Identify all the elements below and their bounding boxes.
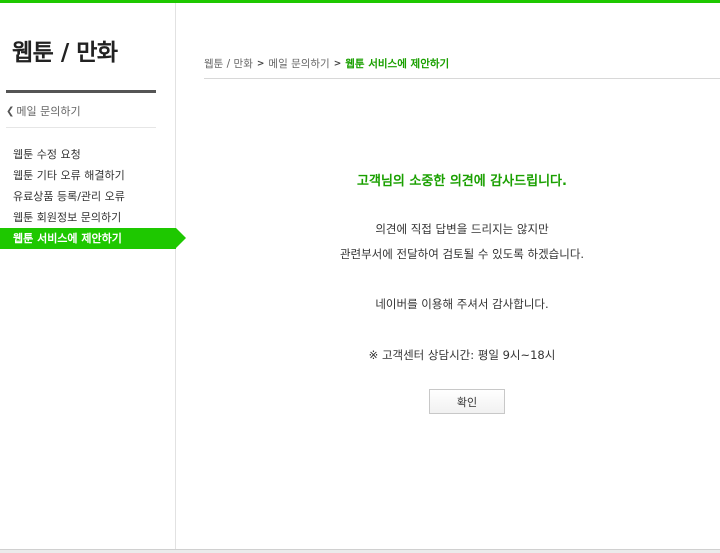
support-hours: ※ 고객센터 상담시간: 평일 9시~18시 xyxy=(368,348,556,362)
message-line-3: 네이버를 이용해 주셔서 감사합니다. xyxy=(375,297,549,311)
breadcrumb: 웹툰 / 만화 > 메일 문의하기 > 웹툰 서비스에 제안하기 xyxy=(204,56,449,71)
sidebar-title-divider xyxy=(6,90,156,93)
back-link-label: 메일 문의하기 xyxy=(16,105,81,118)
breadcrumb-divider xyxy=(204,78,720,79)
chevron-right-icon: > xyxy=(333,58,342,69)
breadcrumb-item-webtoon[interactable]: 웹툰 / 만화 xyxy=(204,56,253,71)
message-line-2: 관련부서에 전달하여 검토될 수 있도록 하겠습니다. xyxy=(339,247,585,261)
sidebar-item-paid-product-error[interactable]: 유료상품 등록/관리 오류 xyxy=(0,186,176,207)
sidebar-item-member-info[interactable]: 웹툰 회원정보 문의하기 xyxy=(0,207,176,228)
chevron-right-icon: > xyxy=(256,58,265,69)
thanks-heading: 고객님의 소중한 의견에 감사드립니다. xyxy=(357,174,567,189)
chevron-left-icon: ❮ xyxy=(6,105,15,117)
sidebar-item-webtoon-fix-request[interactable]: 웹툰 수정 요청 xyxy=(0,144,176,165)
sidebar-item-other-error[interactable]: 웹툰 기타 오류 해결하기 xyxy=(0,165,176,186)
sidebar: 웹툰 / 만화 ❮ 메일 문의하기 웹툰 수정 요청 웹툰 기타 오류 해결하기… xyxy=(0,3,186,549)
confirm-button[interactable]: 확인 xyxy=(429,389,505,414)
sidebar-divider xyxy=(6,127,156,128)
sidebar-title: 웹툰 / 만화 xyxy=(12,40,118,66)
message-line-1: 의견에 직접 답변을 드리지는 않지만 xyxy=(375,222,549,236)
sidebar-nav: 웹툰 수정 요청 웹툰 기타 오류 해결하기 유료상품 등록/관리 오류 웹툰 … xyxy=(0,144,186,249)
bottom-border xyxy=(0,549,720,553)
breadcrumb-item-mail-inquiry[interactable]: 메일 문의하기 xyxy=(268,56,329,71)
sidebar-item-suggestion[interactable]: 웹툰 서비스에 제안하기 xyxy=(0,228,186,249)
back-link[interactable]: ❮ 메일 문의하기 xyxy=(6,103,81,119)
breadcrumb-current: 웹툰 서비스에 제안하기 xyxy=(345,58,450,70)
